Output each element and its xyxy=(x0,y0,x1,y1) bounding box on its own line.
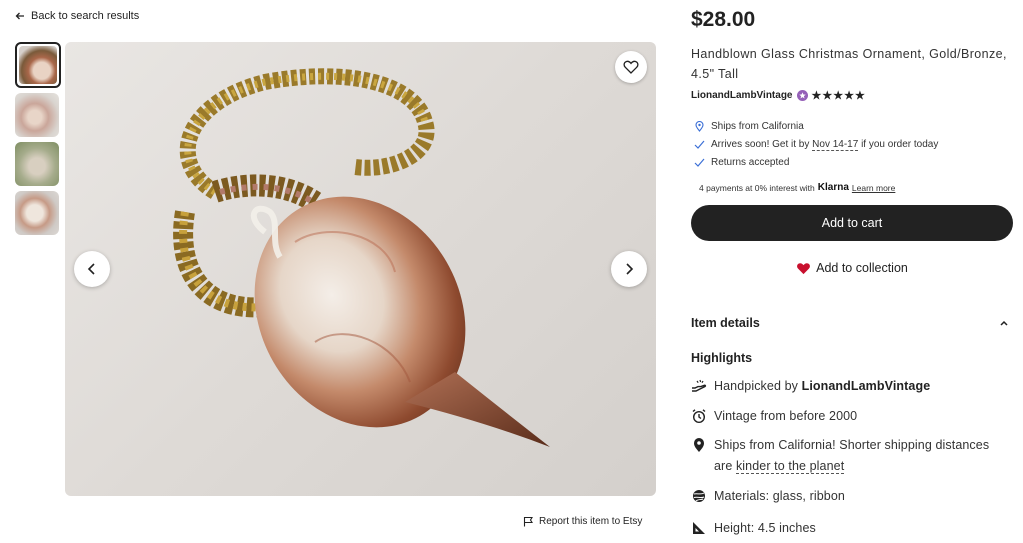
highlight-height: Height: 4.5 inches xyxy=(691,518,1011,539)
highlight-vintage: Vintage from before 2000 xyxy=(691,406,1011,427)
ships-from-row: Ships from California xyxy=(694,117,938,135)
highlights-heading: Highlights xyxy=(691,351,753,365)
back-to-search-link[interactable]: Back to search results xyxy=(15,10,139,22)
chevron-right-icon xyxy=(626,263,634,275)
item-details-toggle[interactable]: Item details xyxy=(691,316,1013,330)
highlight-handpicked: Handpicked by LionandLambVintage xyxy=(691,376,1011,397)
returns-row: Returns accepted xyxy=(694,153,938,171)
main-product-image xyxy=(65,42,656,496)
kinder-to-planet-link[interactable]: kinder to the planet xyxy=(735,459,845,474)
location-pin-icon xyxy=(695,120,704,132)
add-to-cart-button[interactable]: Add to cart xyxy=(691,205,1013,241)
listing-title: Handblown Glass Christmas Ornament, Gold… xyxy=(691,47,1007,81)
thumbnail-1[interactable] xyxy=(15,42,61,88)
returns-text: Returns accepted xyxy=(711,156,790,168)
next-image-button[interactable] xyxy=(611,251,647,287)
shipping-facts: Ships from California Arrives soon! Get … xyxy=(694,117,938,171)
favorite-button[interactable] xyxy=(615,51,647,83)
heart-filled-icon xyxy=(797,263,811,275)
flag-icon xyxy=(523,516,533,527)
alarm-clock-icon xyxy=(692,409,706,424)
star-seller-badge-icon xyxy=(796,90,808,101)
back-link-label: Back to search results xyxy=(31,10,140,22)
previous-image-button[interactable] xyxy=(74,251,110,287)
item-details-heading: Item details xyxy=(691,316,760,330)
chevron-left-icon xyxy=(87,263,95,275)
ruler-triangle-icon xyxy=(693,522,705,534)
checkmark-icon xyxy=(694,158,705,167)
report-item-link[interactable]: Report this item to Etsy xyxy=(523,516,642,527)
highlight-ships: Ships from California! Shorter shipping … xyxy=(691,435,1011,477)
seller-row: LionandLambVintage ★★★★★ xyxy=(691,89,866,102)
handpicked-seller-link[interactable]: LionandLambVintage xyxy=(802,379,931,393)
thumbnail-2[interactable] xyxy=(15,93,59,137)
arrival-dates[interactable]: Nov 14-17 xyxy=(812,138,859,151)
arrival-text: Arrives soon! Get it by Nov 14-17 if you… xyxy=(711,138,939,151)
klarna-logo: Klarna xyxy=(817,182,849,193)
klarna-row: 4 payments at 0% interest with Klarna Le… xyxy=(699,182,895,193)
klarna-text: 4 payments at 0% interest with xyxy=(699,182,815,193)
add-to-collection-label: Add to collection xyxy=(816,261,908,275)
seller-name-link[interactable]: LionandLambVintage xyxy=(691,90,793,101)
location-pin-icon xyxy=(694,438,704,452)
report-label: Report this item to Etsy xyxy=(539,516,643,527)
price: $28.00 xyxy=(691,8,756,31)
hand-icon xyxy=(692,379,707,392)
chevron-up-icon xyxy=(1000,320,1008,326)
highlight-materials: Materials: glass, ribbon xyxy=(691,486,1011,507)
thumbnail-strip xyxy=(15,42,61,240)
yarn-ball-icon xyxy=(693,490,705,502)
klarna-learn-more-link[interactable]: Learn more xyxy=(852,183,895,193)
ornament-photo xyxy=(173,68,550,447)
arrival-row: Arrives soon! Get it by Nov 14-17 if you… xyxy=(694,135,938,153)
thumbnail-4[interactable] xyxy=(15,191,59,235)
rating-stars[interactable]: ★★★★★ xyxy=(812,89,866,102)
checkmark-icon xyxy=(694,140,705,149)
arrow-left-icon xyxy=(15,12,24,20)
add-to-collection-button[interactable]: Add to collection xyxy=(691,258,1013,278)
ships-from-text: Ships from California xyxy=(711,120,804,132)
heart-outline-icon xyxy=(623,60,639,74)
thumbnail-3[interactable] xyxy=(15,142,59,186)
